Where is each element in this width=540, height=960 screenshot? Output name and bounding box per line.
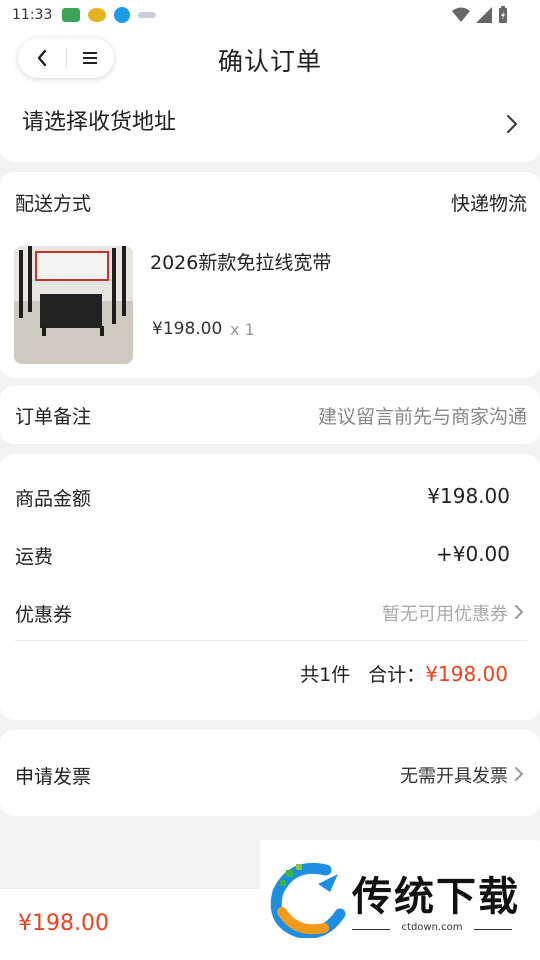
app-notification-icon — [62, 8, 81, 22]
coupon-value: 暂无可用优惠券 — [382, 604, 508, 625]
product-image[interactable] — [14, 246, 133, 364]
bottom-total-price: ¥198.00 — [18, 911, 109, 936]
signal-icon — [476, 7, 492, 23]
coupon-label: 优惠券 — [15, 604, 73, 626]
total-row: 共1件 合计： ¥198.00 — [300, 660, 508, 687]
shipping-value: 快递物流 — [450, 193, 527, 215]
freight-value: +¥0.00 — [435, 542, 510, 566]
amount-summary-card: 商品金额 ¥198.00 运费 +¥0.00 优惠券 暂无可用优惠券 共1件 合… — [0, 454, 540, 720]
shipping-label: 配送方式 — [15, 193, 92, 215]
invoice-value: 无需开具发票 — [400, 766, 508, 787]
order-note-input[interactable]: 建议留言前先与商家沟通 — [318, 402, 527, 429]
battery-icon — [499, 6, 507, 23]
download-notification-icon — [114, 7, 131, 23]
watermark-logo-icon — [270, 862, 346, 938]
invoice-label: 申请发票 — [15, 766, 92, 788]
nav-header: 确认订单 — [0, 30, 540, 88]
status-bar: 11:33 — [0, 0, 540, 30]
freight-label: 运费 — [15, 546, 54, 568]
app-notification-icon — [138, 12, 157, 18]
order-items-card: 配送方式 快递物流 2026新款免拉线宽带 ¥198.00 x 1 — [0, 172, 540, 378]
goods-amount-label: 商品金额 — [15, 488, 92, 510]
address-selector[interactable]: 请选择收货地址 — [0, 88, 540, 162]
product-quantity: x 1 — [230, 320, 255, 339]
status-time: 11:33 — [12, 7, 53, 23]
product-price: ¥198.00 — [152, 319, 223, 339]
total-label: 合计： — [368, 664, 426, 686]
chevron-right-icon — [507, 115, 518, 133]
item-count: 共1件 — [300, 664, 351, 686]
watermark-rule — [474, 929, 512, 930]
chevron-right-icon — [515, 605, 524, 619]
product-name[interactable]: 2026新款免拉线宽带 — [150, 248, 331, 275]
watermark-url: ctdown.com — [401, 922, 463, 933]
goods-amount-value: ¥198.00 — [427, 484, 510, 508]
watermark: 传统下载 ctdown.com — [260, 840, 540, 960]
app-notification-icon — [88, 8, 107, 22]
chevron-right-icon — [515, 767, 524, 781]
watermark-text: 传统下载 — [352, 874, 520, 920]
invoice-row[interactable]: 申请发票 无需开具发票 — [0, 730, 540, 816]
address-prompt: 请选择收货地址 — [22, 110, 177, 135]
total-value: ¥198.00 — [425, 662, 508, 686]
wifi-icon — [452, 7, 470, 22]
order-note-label: 订单备注 — [15, 406, 92, 428]
page-title: 确认订单 — [217, 47, 322, 76]
divider — [15, 640, 527, 641]
order-note-row: 订单备注 建议留言前先与商家沟通 — [0, 386, 540, 444]
